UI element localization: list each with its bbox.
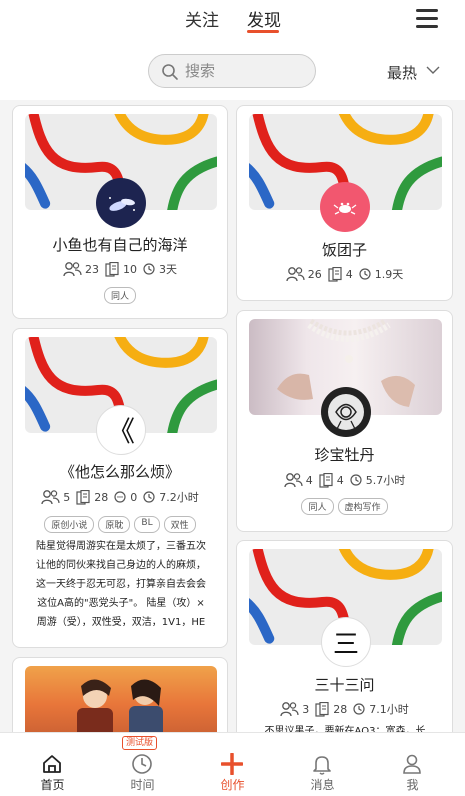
tag[interactable]: 原创小说	[44, 516, 95, 533]
comment-icon	[114, 490, 126, 503]
group-card[interactable]: 珍宝牡丹 4 4 5.7小时 同人 虚构写作	[236, 310, 453, 532]
tag[interactable]: 同人	[301, 498, 334, 515]
menu-icon[interactable]	[416, 9, 438, 29]
clock-icon	[143, 262, 155, 275]
group-avatar	[96, 178, 146, 228]
members-icon	[41, 490, 60, 505]
tag[interactable]: 双性	[163, 516, 196, 533]
tag[interactable]: 同人	[103, 287, 136, 304]
search-icon	[162, 64, 178, 80]
group-avatar: 三	[321, 617, 371, 667]
card-title: 饭团子	[321, 241, 367, 259]
posts-icon	[76, 489, 90, 505]
nav-me[interactable]: 我	[366, 733, 459, 796]
sort-selector[interactable]: 最热	[387, 62, 417, 83]
beta-badge: 测试版	[122, 736, 158, 750]
home-icon	[43, 755, 61, 773]
members-icon	[284, 473, 303, 488]
clock-icon	[353, 702, 365, 715]
card-stats: 26 4 1.9天	[237, 266, 452, 282]
clock-icon	[132, 754, 152, 774]
card-tags: 同人	[13, 287, 227, 304]
chevron-down-icon[interactable]	[426, 64, 440, 76]
nav-home[interactable]: 首页	[6, 733, 99, 796]
card-stats: 3 28 7.1小时	[237, 701, 452, 717]
tag[interactable]: 原耽	[98, 516, 131, 533]
group-avatar	[321, 387, 371, 437]
posts-icon	[105, 261, 119, 277]
group-avatar	[320, 182, 370, 232]
card-title: 《他怎么那么烦》	[59, 463, 180, 481]
bottom-nav: 首页 时间 创作 消息 我	[0, 732, 465, 796]
top-header: 关注 发现 最热	[0, 0, 465, 100]
card-title: 三十三问	[314, 676, 375, 694]
group-card[interactable]: 《 《他怎么那么烦》 5 28 0 7.2小时 原创小说 原耽 BL 双性 陆星…	[12, 328, 228, 648]
card-stats: 4 4 5.7小时	[237, 472, 452, 488]
members-icon	[63, 262, 82, 277]
group-card[interactable]: 小鱼也有自己的海洋 23 10 3天 同人	[12, 105, 228, 319]
card-title: 珍宝牡丹	[314, 446, 375, 464]
card-description: 陆星觉得周游实在是太烦了，三番五次让他的同伙来找自己身边的人的麻烦，这一天终于忍…	[36, 541, 206, 628]
clock-icon	[350, 473, 362, 486]
search-box[interactable]	[148, 54, 316, 88]
group-card[interactable]: 三 三十三问 3 28 7.1小时 不思议黑子，要新在AO3：宽森，长	[236, 540, 453, 740]
group-card[interactable]: 饭团子 26 4 1.9天	[236, 105, 453, 301]
clock-icon	[359, 267, 371, 280]
tab-discover[interactable]: 发现	[247, 6, 281, 31]
posts-icon	[319, 472, 333, 488]
search-input[interactable]	[185, 61, 305, 81]
members-icon	[286, 267, 305, 282]
members-icon	[280, 702, 299, 717]
bell-icon	[313, 756, 331, 775]
tag[interactable]: BL	[134, 516, 160, 533]
person-icon	[403, 754, 421, 774]
tab-follow[interactable]: 关注	[185, 6, 219, 31]
posts-icon	[315, 701, 329, 717]
tag[interactable]: 虚构写作	[337, 498, 388, 515]
active-tab-indicator	[247, 30, 279, 33]
nav-messages[interactable]: 消息	[276, 733, 369, 796]
posts-icon	[328, 266, 342, 282]
card-tags: 原创小说 原耽 BL 双性	[13, 516, 227, 533]
card-tags: 同人 虚构写作	[237, 498, 452, 515]
card-stats: 23 10 3天	[13, 261, 227, 277]
clock-icon	[143, 490, 155, 503]
card-stats: 5 28 0 7.2小时	[13, 489, 227, 505]
plus-icon	[221, 753, 243, 775]
group-avatar: 《	[96, 405, 146, 455]
card-title: 小鱼也有自己的海洋	[52, 236, 188, 254]
nav-create[interactable]: 创作	[186, 733, 279, 796]
